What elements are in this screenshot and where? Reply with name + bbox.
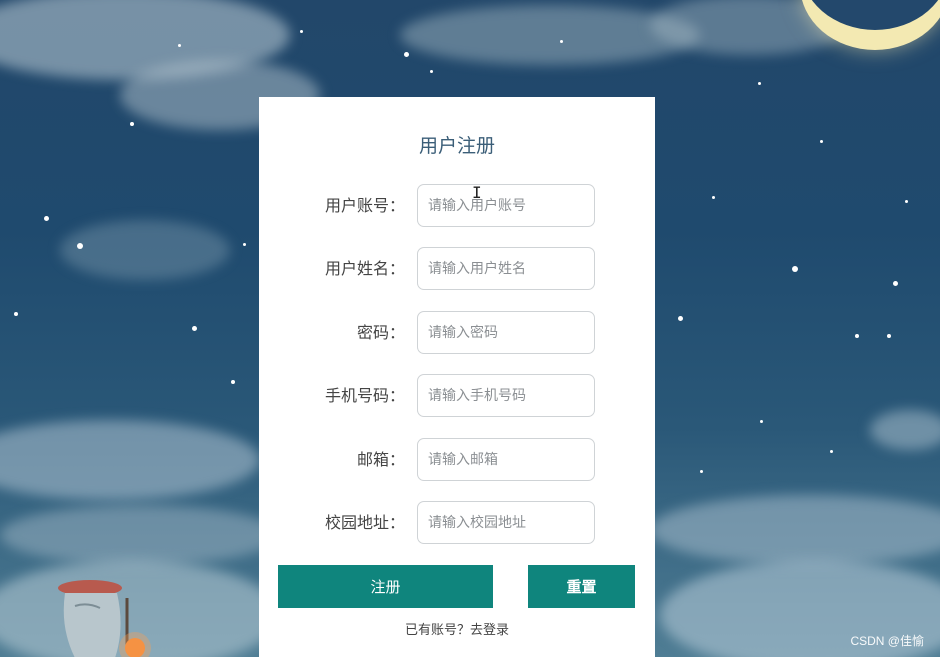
cloud (650, 495, 940, 565)
star (560, 40, 563, 43)
star (820, 140, 823, 143)
star (887, 334, 891, 338)
star (712, 196, 715, 199)
name-input[interactable] (417, 247, 595, 290)
star (300, 30, 303, 33)
star (192, 326, 197, 331)
reset-button[interactable]: 重置 (528, 565, 635, 608)
text-cursor-icon: I (472, 183, 482, 202)
email-label: 邮箱： (356, 450, 405, 469)
account-label: 用户账号： (324, 196, 405, 215)
star (905, 200, 908, 203)
star (404, 52, 409, 57)
name-label: 用户姓名： (324, 259, 405, 278)
account-input[interactable] (417, 184, 595, 227)
password-label: 密码： (356, 323, 405, 342)
page-title: 用户注册 (418, 135, 495, 157)
cloud (870, 410, 940, 450)
field-row-account: 用户账号： (259, 184, 655, 228)
login-link[interactable]: 已有账号？去登录 (259, 619, 655, 638)
star (44, 216, 49, 221)
star (700, 470, 703, 473)
register-card: 用户注册 用户账号： 用户姓名： 密码： 手机号码： 邮箱： 校园地址： 注册 … (259, 97, 655, 657)
star (178, 44, 181, 47)
star (678, 316, 683, 321)
star (430, 70, 433, 73)
field-row-name: 用户姓名： (259, 247, 655, 291)
star (77, 243, 83, 249)
field-row-address: 校园地址： (259, 501, 655, 545)
field-row-phone: 手机号码： (259, 374, 655, 418)
cloud (60, 220, 230, 280)
star (231, 380, 235, 384)
register-button[interactable]: 注册 (278, 565, 493, 608)
address-input[interactable] (417, 501, 595, 544)
password-input[interactable] (417, 311, 595, 354)
star (130, 122, 134, 126)
lantern-character-illustration (58, 580, 151, 657)
star (855, 334, 859, 338)
star (893, 281, 898, 286)
field-row-email: 邮箱： (259, 438, 655, 482)
phone-input[interactable] (417, 374, 595, 417)
star (792, 266, 798, 272)
field-row-password: 密码： (259, 311, 655, 355)
star (830, 450, 833, 453)
star (758, 82, 761, 85)
star (760, 420, 763, 423)
cloud (0, 420, 260, 500)
cloud (0, 505, 280, 565)
email-input[interactable] (417, 438, 595, 481)
watermark: CSDN @佳愉 (850, 634, 924, 648)
star (14, 312, 18, 316)
phone-label: 手机号码： (324, 386, 405, 405)
address-label: 校园地址： (324, 513, 405, 532)
star (243, 243, 246, 246)
